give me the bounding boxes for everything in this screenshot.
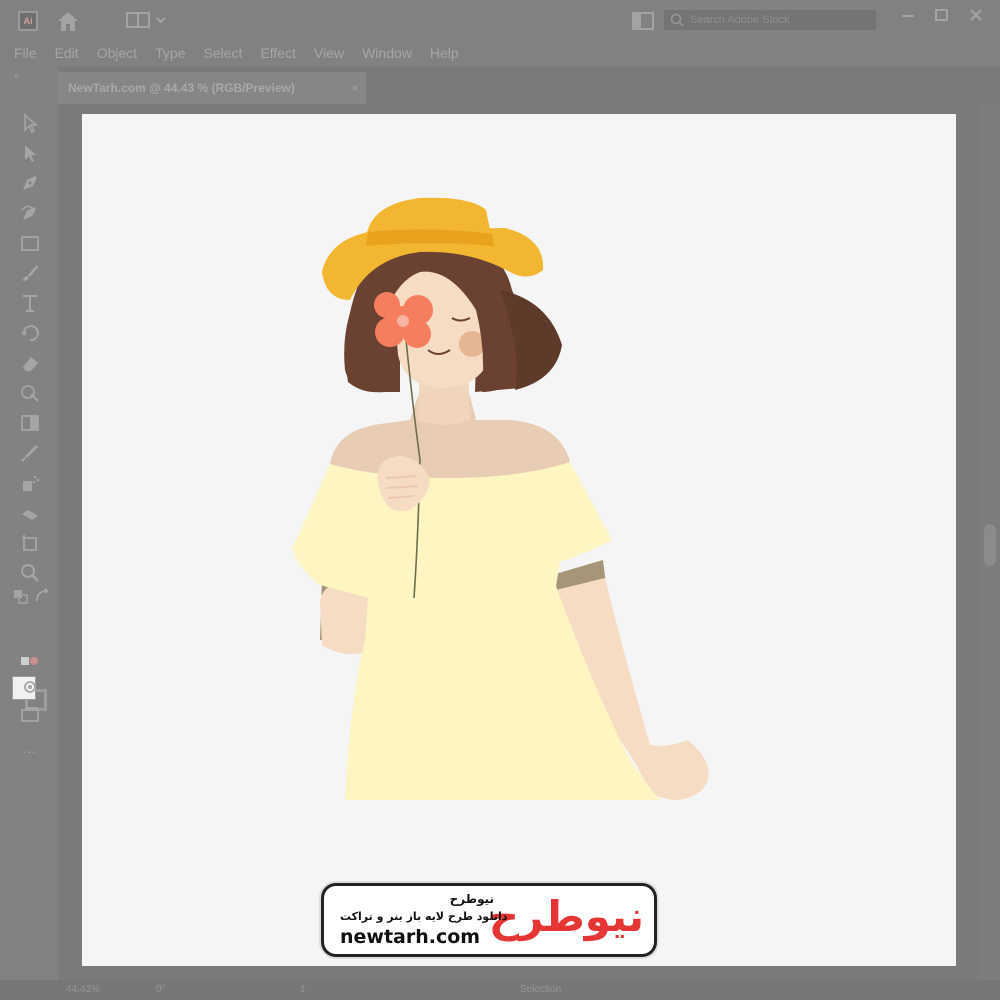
status-bar: 44.43% 0° 1 Selection xyxy=(0,980,1000,1000)
screen-mode-icon xyxy=(21,707,39,722)
vertical-scrollbar-thumb[interactable] xyxy=(984,524,996,566)
workspace-switcher-icon xyxy=(126,12,166,28)
type-tool[interactable] xyxy=(16,290,44,316)
home-icon xyxy=(58,12,78,31)
selection-tool[interactable] xyxy=(16,110,44,136)
menu-select[interactable]: Select xyxy=(204,45,243,61)
minimize-icon xyxy=(902,15,914,17)
close-icon xyxy=(970,9,982,21)
app-logo: Ai xyxy=(18,11,38,31)
artboard-navigator[interactable]: 1 xyxy=(300,980,306,1000)
watermark-tagline: دانلود طرح لایه باز بنر و تراکت xyxy=(340,910,508,923)
swap-colors-icon xyxy=(36,588,49,602)
watermark-url: newtarh.com xyxy=(340,926,481,948)
app-logo-text: Ai xyxy=(23,16,33,26)
screen-mode-button[interactable] xyxy=(16,702,44,728)
symbol-sprayer-tool[interactable] xyxy=(16,470,44,496)
menu-bar: File Edit Object Type Select Effect View… xyxy=(0,40,1000,66)
eyedropper-tool[interactable] xyxy=(16,440,44,466)
rotate-tool[interactable] xyxy=(16,320,44,346)
close-window-button[interactable] xyxy=(964,6,988,26)
rotate-tool-icon xyxy=(21,325,39,342)
zoom-level[interactable]: 44.43% xyxy=(66,980,100,1000)
maximize-icon xyxy=(935,9,948,21)
direct-selection-tool[interactable] xyxy=(16,140,44,166)
tools-panel: « ... xyxy=(0,66,58,980)
artboard[interactable] xyxy=(82,114,956,966)
workspace-switcher-button[interactable] xyxy=(125,10,171,30)
vertical-scrollbar[interactable] xyxy=(980,104,1000,980)
menu-help[interactable]: Help xyxy=(430,45,459,61)
minimize-button[interactable] xyxy=(896,6,920,26)
column-graph-tool-icon xyxy=(22,510,38,520)
menu-effect[interactable]: Effect xyxy=(260,45,296,61)
maximize-button[interactable] xyxy=(930,6,954,26)
menu-view[interactable]: View xyxy=(314,45,344,61)
menu-object[interactable]: Object xyxy=(97,45,137,61)
color-mode-icon xyxy=(21,657,38,665)
more-tools-icon: ... xyxy=(22,740,38,756)
document-tab[interactable]: NewTarh.com @ 44.43 % (RGB/Preview) × xyxy=(58,72,366,104)
search-icon xyxy=(670,13,684,27)
eraser-tool[interactable] xyxy=(16,350,44,376)
color-mode-buttons[interactable] xyxy=(16,648,44,674)
direct-selection-tool-icon xyxy=(25,145,36,162)
tools-panel-collapse-button[interactable]: « xyxy=(14,70,20,81)
watermark-brand-name: نیوطرح xyxy=(449,892,494,906)
selection-tool-icon xyxy=(24,113,39,134)
rectangle-tool[interactable] xyxy=(16,230,44,256)
curvature-tool[interactable] xyxy=(16,200,44,226)
column-graph-tool[interactable] xyxy=(16,500,44,526)
swap-colors-button[interactable] xyxy=(32,584,54,610)
paintbrush-tool[interactable] xyxy=(16,260,44,286)
menu-window[interactable]: Window xyxy=(362,45,412,61)
arrange-documents-icon xyxy=(632,12,654,30)
curvature-tool-icon xyxy=(21,205,36,220)
shape-builder-tool-icon xyxy=(21,385,39,402)
draw-mode-button[interactable] xyxy=(16,674,44,700)
document-tab-label: NewTarh.com @ 44.43 % (RGB/Preview) xyxy=(68,81,295,95)
eyedropper-tool-icon xyxy=(21,445,38,462)
draw-mode-icon xyxy=(24,681,36,693)
search-placeholder: Search Adobe Stock xyxy=(690,14,790,26)
pen-tool-icon xyxy=(23,176,37,190)
home-button[interactable] xyxy=(55,9,81,33)
search-input[interactable]: Search Adobe Stock xyxy=(664,10,876,30)
paintbrush-tool-icon xyxy=(23,265,38,281)
title-bar: Ai Search Adobe Stock xyxy=(0,0,1000,40)
current-tool-label[interactable]: Selection xyxy=(520,980,561,1000)
shape-builder-tool[interactable] xyxy=(16,380,44,406)
rotation-angle[interactable]: 0° xyxy=(156,980,166,1000)
gradient-tool-icon xyxy=(21,415,39,431)
more-tools-button[interactable]: ... xyxy=(16,738,44,758)
eraser-tool-icon xyxy=(23,357,38,371)
arrange-documents-button[interactable] xyxy=(630,10,656,32)
symbol-sprayer-tool-icon xyxy=(23,475,40,491)
artboard-tool-icon xyxy=(22,535,37,551)
menu-file[interactable]: File xyxy=(14,45,37,61)
pen-tool[interactable] xyxy=(16,170,44,196)
default-colors-button[interactable] xyxy=(10,584,32,610)
type-tool-icon xyxy=(23,295,37,312)
zoom-tool-icon xyxy=(21,564,39,582)
menu-type[interactable]: Type xyxy=(155,45,185,61)
document-tab-row: NewTarh.com @ 44.43 % (RGB/Preview) × xyxy=(58,66,1000,104)
watermark-badge: نیوطرح نیوطرح دانلود طرح لایه باز بنر و … xyxy=(324,886,654,954)
artboard-tool[interactable] xyxy=(16,530,44,556)
gradient-tool[interactable] xyxy=(16,410,44,436)
watermark-logo: نیوطرح xyxy=(489,892,644,942)
default-colors-icon xyxy=(14,590,28,604)
watermark-logo-text: نیوطرح xyxy=(488,892,644,941)
menu-edit[interactable]: Edit xyxy=(55,45,79,61)
rectangle-tool-icon xyxy=(21,236,39,251)
zoom-tool[interactable] xyxy=(16,560,44,586)
document-tab-close-button[interactable]: × xyxy=(344,72,366,104)
